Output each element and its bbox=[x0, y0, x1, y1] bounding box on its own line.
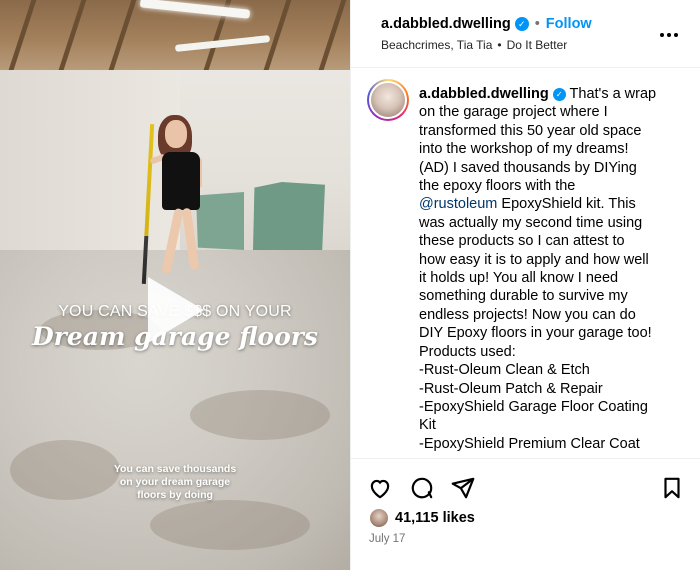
caption-line: it holds up! You all know I need bbox=[419, 270, 619, 287]
follow-button[interactable]: Follow bbox=[546, 16, 592, 32]
caption-line: transformed this 50 year old space bbox=[419, 122, 642, 139]
post-caption: a.dabbled.dwelling ✓ That's a wrap on th… bbox=[419, 85, 683, 453]
comment-icon[interactable] bbox=[409, 475, 435, 501]
post-header: a.dabbled.dwelling ✓ • Follow Beachcrime… bbox=[351, 0, 700, 68]
action-bar bbox=[351, 470, 700, 506]
caption-line: @rustoleum EpoxyShield kit. This bbox=[419, 195, 683, 213]
caption-username[interactable]: a.dabbled.dwelling bbox=[419, 86, 549, 102]
floor-stain bbox=[150, 500, 310, 550]
subtitle-line: You can save thousands bbox=[113, 463, 237, 475]
video-subtitle: You can save thousands on your dream gar… bbox=[0, 463, 350, 502]
caption-line: Products used: bbox=[419, 343, 516, 360]
caption-line: into the workshop of my dreams! bbox=[419, 141, 629, 158]
header-username[interactable]: a.dabbled.dwelling bbox=[381, 16, 511, 32]
liker-avatar bbox=[369, 508, 389, 528]
caption-line: the epoxy floors with the bbox=[419, 178, 576, 195]
play-icon[interactable] bbox=[148, 277, 204, 343]
caption-line: -Rust-Oleum Clean & Etch bbox=[419, 362, 590, 379]
person-body bbox=[162, 152, 200, 210]
separator-dot: • bbox=[497, 38, 502, 52]
avatar[interactable] bbox=[367, 79, 409, 121]
avatar-image bbox=[369, 81, 407, 119]
caption-line: (AD) I saved thousands by DIYing bbox=[419, 159, 637, 176]
subtitle-line: on your dream garage bbox=[119, 476, 231, 488]
caption-line: how easy it is to apply and how well bbox=[419, 251, 649, 268]
bookmark-icon[interactable] bbox=[659, 475, 685, 501]
caption-line: endless projects! Now you can do bbox=[419, 306, 636, 323]
caption-text: That's a wrap bbox=[569, 86, 657, 102]
header-user-row: a.dabbled.dwelling ✓ • Follow bbox=[381, 16, 592, 32]
caption-line: a.dabbled.dwelling ✓ That's a wrap bbox=[419, 85, 683, 103]
audio-track[interactable]: Do It Better bbox=[507, 38, 568, 52]
joist bbox=[108, 0, 137, 70]
more-options-icon[interactable] bbox=[659, 32, 679, 38]
share-icon[interactable] bbox=[450, 475, 476, 501]
post-date[interactable]: July 17 bbox=[369, 533, 405, 545]
caption-line: DIY Epoxy floors in your garage too! bbox=[419, 325, 652, 342]
audio-attribution[interactable]: Beachcrimes, Tia Tia • Do It Better bbox=[381, 38, 567, 52]
likes-row[interactable]: 41,115 likes bbox=[369, 508, 475, 528]
caption-line: -Rust-Oleum Patch & Repair bbox=[419, 380, 603, 397]
more-options-icon[interactable] bbox=[659, 22, 679, 42]
joist bbox=[58, 0, 87, 70]
verified-badge-icon: ✓ bbox=[552, 88, 566, 101]
post-media[interactable]: YOU CAN SAVE $$$ ON YOUR Dream garage fl… bbox=[0, 0, 350, 570]
drywall-patch bbox=[253, 182, 325, 252]
drywall-patch bbox=[196, 192, 244, 250]
caption-line: these products so I can attest to bbox=[419, 233, 625, 250]
mention-link[interactable]: @rustoleum bbox=[419, 196, 497, 212]
caption-section: a.dabbled.dwelling ✓ That's a wrap on th… bbox=[351, 69, 700, 459]
caption-line: Kit bbox=[419, 417, 436, 434]
post-sidebar: a.dabbled.dwelling ✓ • Follow Beachcrime… bbox=[350, 0, 700, 570]
caption-line: was actually my second time using bbox=[419, 214, 643, 231]
likes-count[interactable]: 41,115 likes bbox=[395, 510, 475, 526]
separator-dot: • bbox=[534, 16, 540, 32]
person-face bbox=[165, 120, 187, 148]
verified-badge-icon: ✓ bbox=[514, 17, 529, 31]
audio-artist[interactable]: Beachcrimes, Tia Tia bbox=[381, 38, 492, 52]
caption-line: on the garage project where I bbox=[419, 104, 608, 121]
caption-line: -EpoxyShield Garage Floor Coating bbox=[419, 398, 648, 415]
heart-icon[interactable] bbox=[367, 475, 393, 501]
subtitle-line: floors by doing bbox=[137, 489, 213, 501]
joist bbox=[318, 0, 347, 70]
joist bbox=[8, 0, 37, 70]
caption-text: EpoxyShield kit. This bbox=[497, 196, 636, 213]
floor-stain bbox=[190, 390, 330, 440]
caption-line: -EpoxyShield Premium Clear Coat bbox=[419, 435, 640, 452]
caption-line: something durable to survive my bbox=[419, 288, 628, 305]
